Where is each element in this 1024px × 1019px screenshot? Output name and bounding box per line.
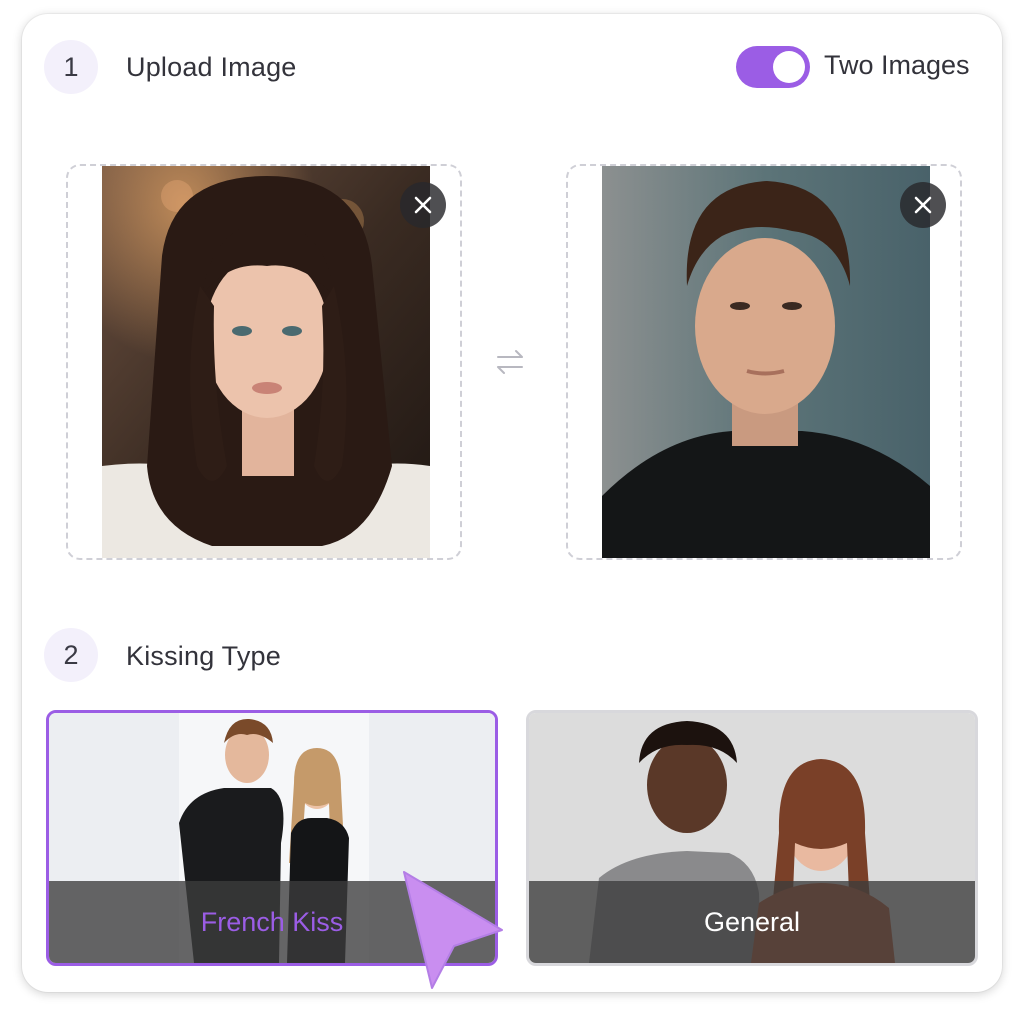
general-label: General [529, 881, 975, 963]
kissing-type-french-kiss[interactable]: French Kiss [46, 710, 498, 966]
image-dropzone-right[interactable] [566, 164, 962, 560]
toggle-knob [773, 51, 805, 83]
kissing-type-general[interactable]: General [526, 710, 978, 966]
upload-title: Upload Image [126, 52, 297, 82]
two-images-toggle[interactable] [736, 46, 810, 88]
remove-image-left-button[interactable] [400, 182, 446, 228]
image-dropzone-left[interactable] [66, 164, 462, 560]
kissing-type-title: Kissing Type [126, 641, 281, 671]
remove-image-right-button[interactable] [900, 182, 946, 228]
uploaded-photo-left [102, 166, 430, 558]
step-number-2: 2 [44, 628, 98, 682]
close-icon [414, 196, 432, 214]
swap-arrows-icon[interactable] [494, 348, 526, 376]
uploaded-photo-right [602, 166, 930, 558]
french-kiss-label: French Kiss [49, 881, 495, 963]
main-card: 1 Upload Image Two Images 2 Kissing Type… [22, 14, 1002, 992]
step-number-1: 1 [44, 40, 98, 94]
two-images-label: Two Images [824, 50, 970, 80]
close-icon [914, 196, 932, 214]
